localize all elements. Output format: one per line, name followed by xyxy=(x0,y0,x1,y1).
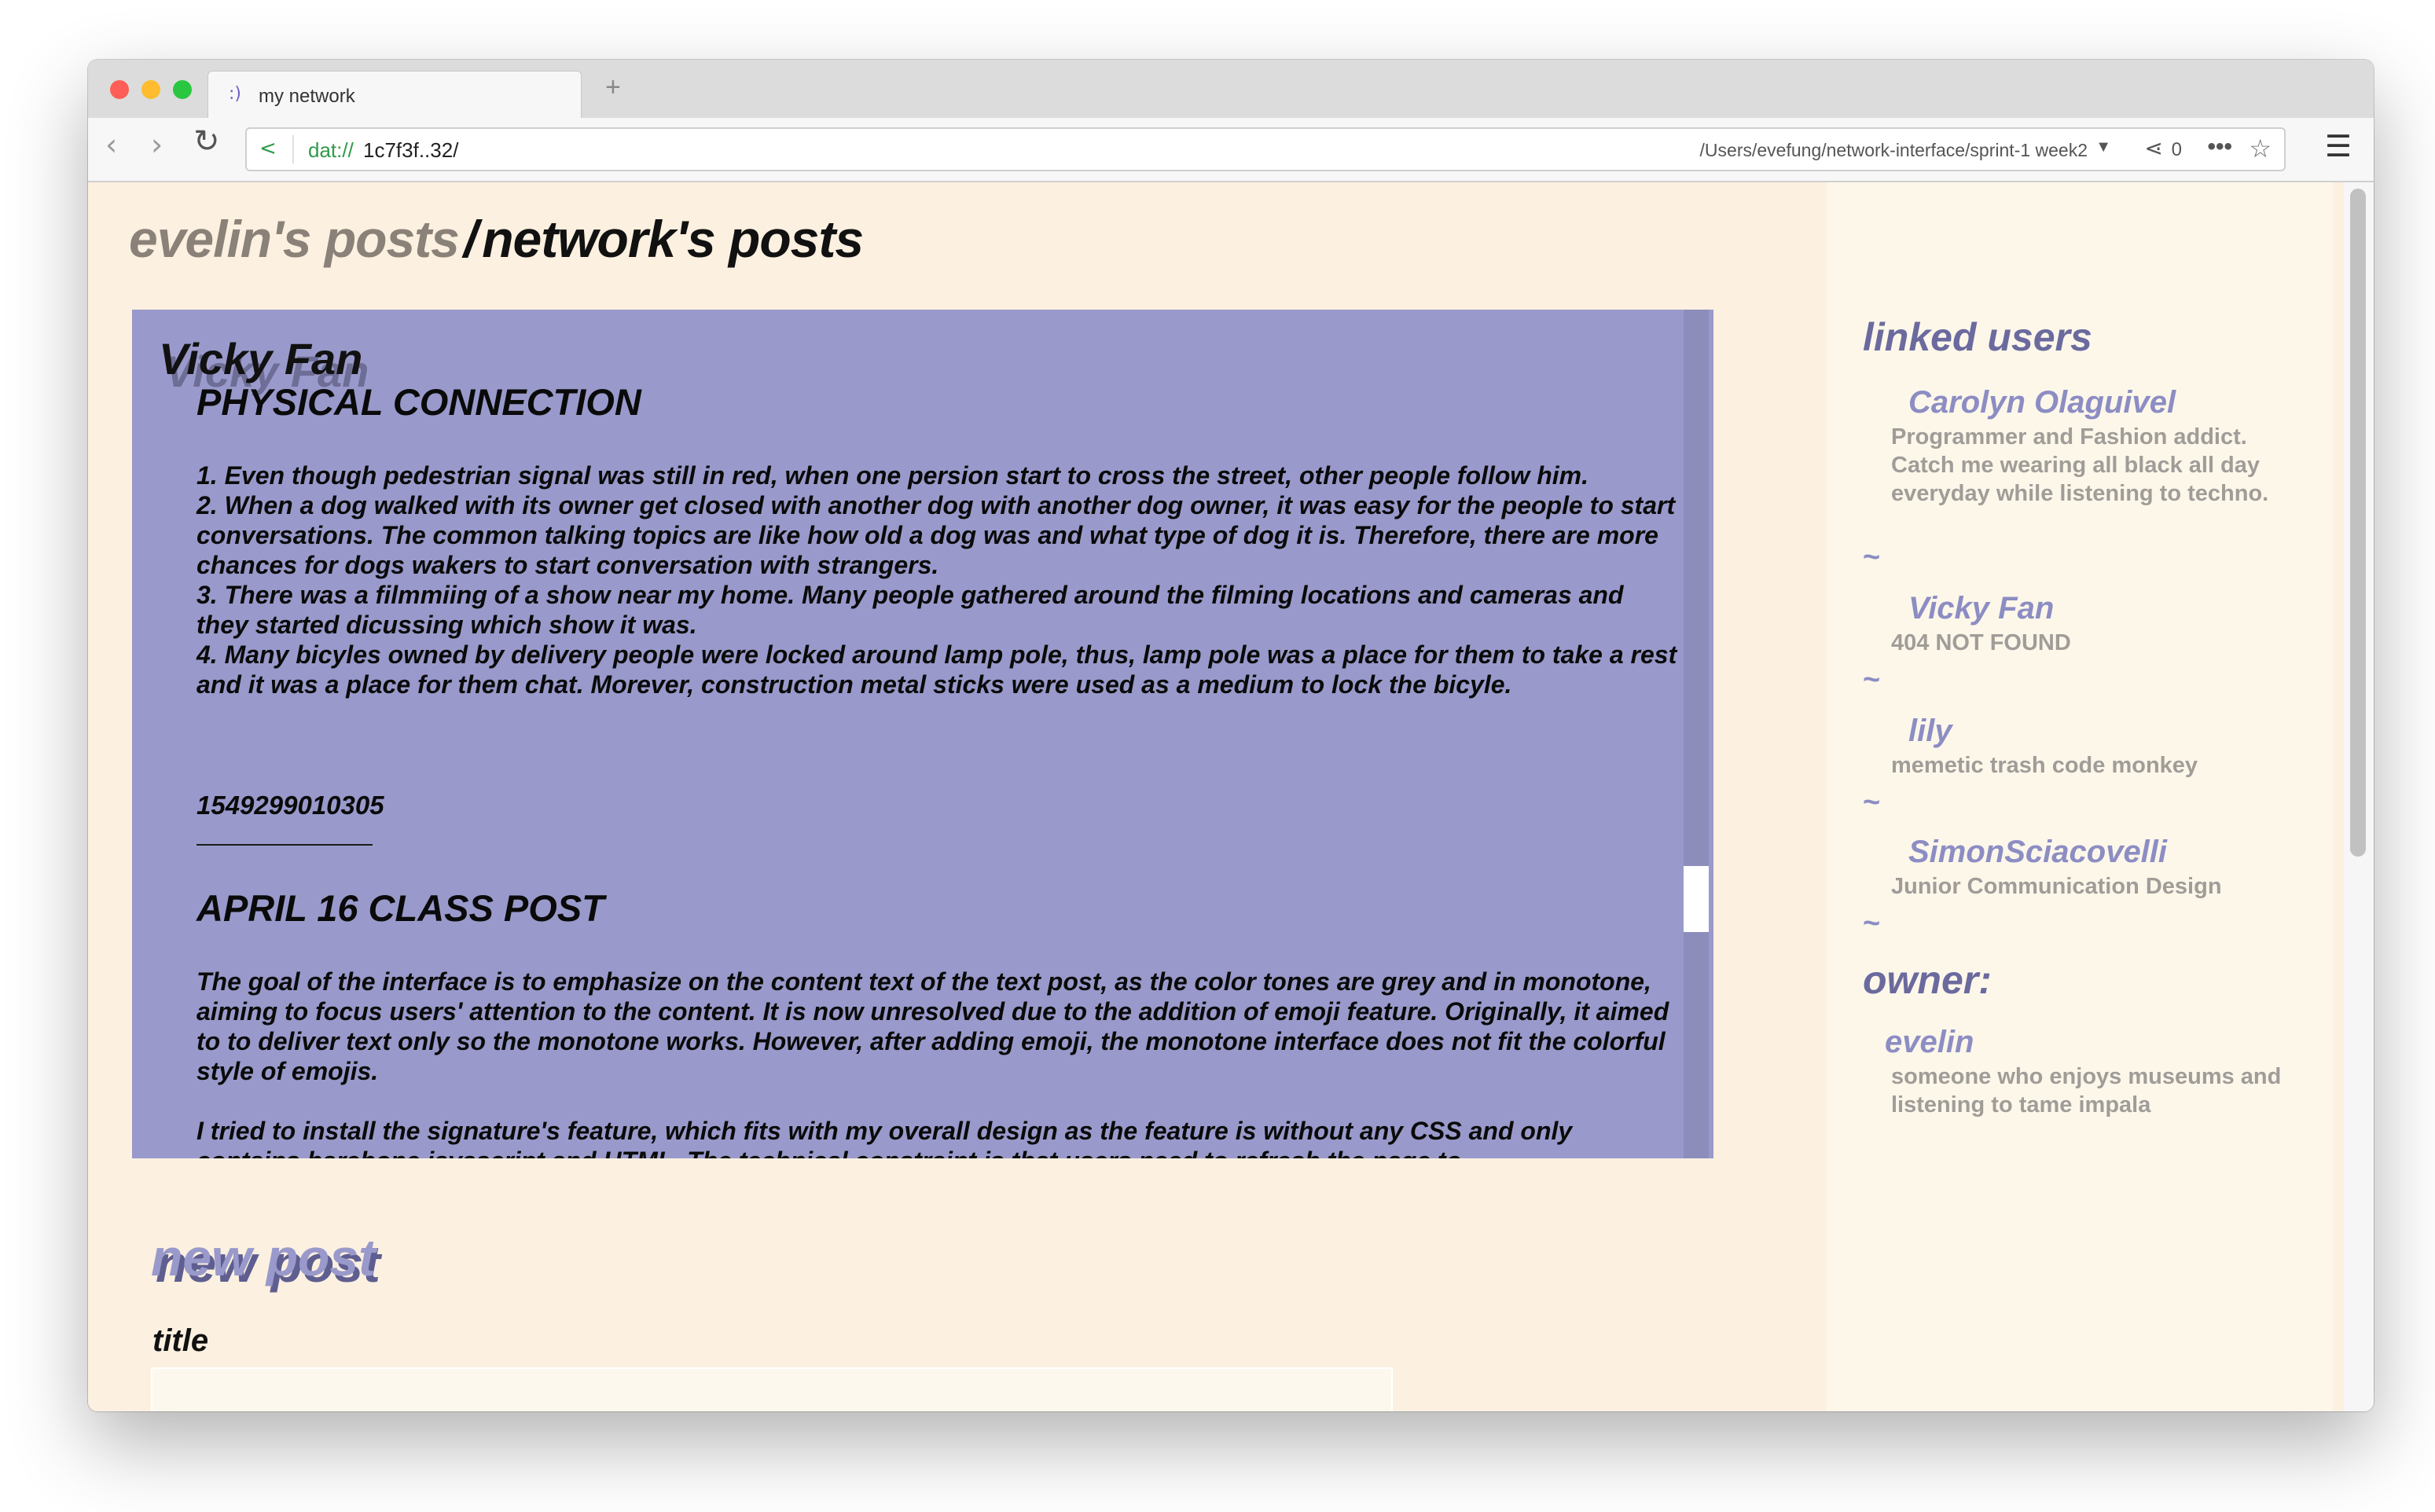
post-timestamp: 1549299010305 xyxy=(196,791,384,820)
close-window-button[interactable] xyxy=(110,80,129,99)
navigation-bar: ‹ › ↻ < dat:// 1c7f3f..32/ /Users/evefun… xyxy=(88,118,2374,182)
tab-my-network[interactable]: :) my network xyxy=(208,71,582,119)
tab-bar: :) my network + xyxy=(88,60,2374,119)
hamburger-menu-icon[interactable]: ☰ xyxy=(2325,129,2352,163)
owner-heading: owner: xyxy=(1863,958,1992,1002)
back-icon[interactable]: ‹ xyxy=(105,129,117,160)
user-separator: ~ xyxy=(1863,907,1881,940)
reload-icon[interactable]: ↻ xyxy=(193,126,220,157)
post-paragraph: 1. Even though pedestrian signal was sti… xyxy=(196,461,1588,490)
peer-count: 0 xyxy=(2171,139,2182,160)
new-tab-button[interactable]: + xyxy=(605,74,621,101)
post-body: The goal of the interface is to emphasiz… xyxy=(196,967,1682,1158)
url-host: 1c7f3f..32/ xyxy=(363,138,459,162)
bookmark-star-icon[interactable]: ☆ xyxy=(2249,134,2272,163)
feed-scrollbar-thumb[interactable] xyxy=(1684,866,1709,932)
post-paragraph: 4. Many bicyles owned by delivery people… xyxy=(196,640,1677,699)
title-input[interactable] xyxy=(151,1367,1393,1411)
network-feed[interactable]: Vicky Fan Vicky Fan PHYSICAL CONNECTION … xyxy=(132,310,1713,1158)
zoom-window-button[interactable] xyxy=(173,80,192,99)
local-folder-path[interactable]: /Users/evefung/network-interface/sprint-… xyxy=(1700,140,2088,161)
page-title: evelin's posts/network's posts xyxy=(129,209,864,269)
post-divider xyxy=(196,844,373,846)
user-separator: ~ xyxy=(1863,541,1881,574)
feed-scrollbar-track[interactable] xyxy=(1684,310,1709,1158)
tab-title: my network xyxy=(259,86,355,107)
own-posts-link[interactable]: evelin's posts xyxy=(129,210,460,268)
linked-user-bio: Junior Communication Design xyxy=(1891,874,2222,899)
linked-users-heading: linked users xyxy=(1863,315,2092,359)
user-separator: ~ xyxy=(1863,786,1881,819)
linked-user-name[interactable]: Carolyn Olaguivel xyxy=(1908,385,2176,420)
browser-window: :) my network + ‹ › ↻ < dat:// 1c7f3f..3… xyxy=(88,60,2374,1411)
post-paragraph: 2. When a dog walked with its owner get … xyxy=(196,491,1676,579)
page-scrollbar-thumb[interactable] xyxy=(2350,189,2366,857)
more-options-icon[interactable]: ••• xyxy=(2207,134,2232,160)
url-divider xyxy=(292,135,294,163)
address-bar[interactable]: < dat:// 1c7f3f..32/ /Users/evefung/netw… xyxy=(245,127,2286,171)
title-label: title xyxy=(152,1323,209,1358)
page-content: evelin's posts/network's posts Vicky Fan… xyxy=(88,182,2374,1411)
post-author: Vicky Fan xyxy=(159,334,363,384)
new-post-heading: new post xyxy=(151,1228,376,1286)
user-separator: ~ xyxy=(1863,663,1881,696)
linked-user-name[interactable]: Vicky Fan xyxy=(1908,591,2054,626)
sidebar: linked users Carolyn Olaguivel Programme… xyxy=(1827,182,2333,1411)
chevron-down-icon[interactable]: ▼ xyxy=(2095,138,2111,156)
url-scheme: dat:// xyxy=(308,138,354,162)
post-paragraph: I tried to install the signature's featu… xyxy=(196,1117,1573,1158)
share-network-icon[interactable]: < xyxy=(259,137,277,160)
post-title: PHYSICAL CONNECTION xyxy=(196,381,641,423)
post-paragraph: 3. There was a filmmiing of a show near … xyxy=(196,581,1624,639)
minimize-window-button[interactable] xyxy=(141,80,160,99)
post-title: APRIL 16 CLASS POST xyxy=(196,887,604,929)
title-separator: / xyxy=(463,210,478,268)
linked-user-bio: memetic trash code monkey xyxy=(1891,753,2198,778)
linked-user-bio: Programmer and Fashion addict. Catch me … xyxy=(1891,424,2269,506)
post-paragraph: The goal of the interface is to emphasiz… xyxy=(196,967,1669,1085)
linked-user-name[interactable]: lily xyxy=(1908,714,1952,749)
owner-bio: someone who enjoys museums and listening… xyxy=(1891,1064,2282,1117)
post-body: 1. Even though pedestrian signal was sti… xyxy=(196,461,1682,699)
owner-name[interactable]: evelin xyxy=(1885,1025,1974,1060)
peers-icon[interactable]: ⋖ xyxy=(2145,135,2163,161)
linked-user-bio: 404 NOT FOUND xyxy=(1891,630,2071,655)
network-posts-link[interactable]: network's posts xyxy=(482,210,864,268)
smiley-favicon-icon: :) xyxy=(229,84,241,104)
linked-user-name[interactable]: SimonSciacovelli xyxy=(1908,835,2167,870)
forward-icon[interactable]: › xyxy=(151,129,163,160)
